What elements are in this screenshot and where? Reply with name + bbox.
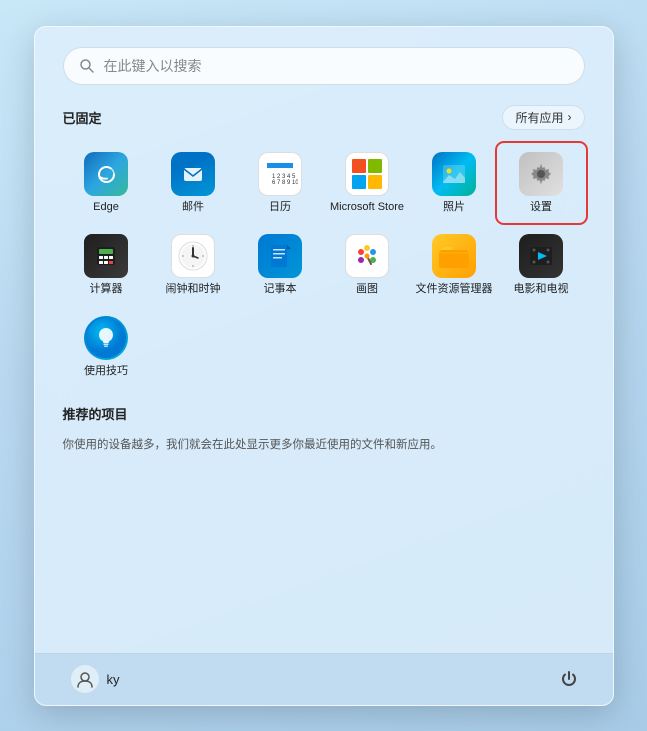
app-label-tips: 使用技巧 xyxy=(84,365,128,378)
app-label-calendar: 日历 xyxy=(269,201,291,214)
app-item-photos[interactable]: 照片 xyxy=(411,144,498,222)
app-label-photos: 照片 xyxy=(443,201,465,214)
app-label-store: Microsoft Store xyxy=(330,201,404,214)
app-label-films: 电影和电视 xyxy=(514,283,569,296)
app-item-calendar[interactable]: 1 2 3 4 5 6 7 8 9 10 日历 xyxy=(237,144,324,222)
app-item-tips[interactable]: 使用技巧 xyxy=(63,308,150,386)
user-avatar-icon xyxy=(71,665,99,693)
all-apps-label: 所有应用 xyxy=(515,109,563,126)
app-icon-calc xyxy=(84,234,128,278)
app-label-settings: 设置 xyxy=(530,201,552,214)
app-grid: Edge 邮件 xyxy=(63,144,585,387)
app-item-clock[interactable]: 闹钟和时钟 xyxy=(150,226,237,304)
app-label-notes: 记事本 xyxy=(264,283,297,296)
search-bar[interactable]: 在此键入以搜索 xyxy=(63,47,585,85)
menu-footer: ky xyxy=(35,653,613,705)
app-item-notes[interactable]: 记事本 xyxy=(237,226,324,304)
app-icon-settings xyxy=(519,152,563,196)
app-label-explorer: 文件资源管理器 xyxy=(416,283,493,296)
app-label-mail: 邮件 xyxy=(182,201,204,214)
app-label-calc: 计算器 xyxy=(90,283,123,296)
app-icon-films xyxy=(519,234,563,278)
app-icon-store xyxy=(345,152,389,196)
app-item-paint[interactable]: 画图 xyxy=(324,226,411,304)
app-item-settings[interactable]: 设置 xyxy=(498,144,585,222)
app-label-edge: Edge xyxy=(93,201,119,214)
app-item-store[interactable]: Microsoft Store xyxy=(324,144,411,222)
app-label-paint: 画图 xyxy=(356,283,378,296)
app-icon-calendar: 1 2 3 4 5 6 7 8 9 10 xyxy=(258,152,302,196)
app-icon-notes xyxy=(258,234,302,278)
app-item-calc[interactable]: 计算器 xyxy=(63,226,150,304)
recommended-title: 推荐的项目 xyxy=(63,404,128,423)
app-item-mail[interactable]: 邮件 xyxy=(150,144,237,222)
app-icon-explorer xyxy=(432,234,476,278)
all-apps-chevron: › xyxy=(568,110,572,124)
pinned-header: 已固定 所有应用 › xyxy=(63,105,585,130)
app-item-films[interactable]: 电影和电视 xyxy=(498,226,585,304)
app-item-edge[interactable]: Edge xyxy=(63,144,150,222)
user-area[interactable]: ky xyxy=(63,661,128,697)
all-apps-button[interactable]: 所有应用 › xyxy=(502,105,584,130)
app-icon-photos xyxy=(432,152,476,196)
menu-body: 在此键入以搜索 已固定 所有应用 › Edge xyxy=(35,27,613,653)
power-button[interactable] xyxy=(553,663,585,695)
app-icon-paint xyxy=(345,234,389,278)
recommended-header: 推荐的项目 xyxy=(63,404,585,423)
app-icon-tips xyxy=(84,316,128,360)
app-icon-edge xyxy=(84,152,128,196)
start-menu: 在此键入以搜索 已固定 所有应用 › Edge xyxy=(34,26,614,706)
username-label: ky xyxy=(107,672,120,687)
search-placeholder: 在此键入以搜索 xyxy=(104,56,202,76)
recommended-description: 你使用的设备越多，我们就会在此处显示更多你最近使用的文件和新应用。 xyxy=(63,437,585,454)
app-item-explorer[interactable]: 文件资源管理器 xyxy=(411,226,498,304)
pinned-title: 已固定 xyxy=(63,108,102,127)
app-icon-mail xyxy=(171,152,215,196)
search-icon xyxy=(80,59,94,73)
app-icon-clock xyxy=(171,234,215,278)
recommended-section: 推荐的项目 你使用的设备越多，我们就会在此处显示更多你最近使用的文件和新应用。 xyxy=(63,404,585,454)
app-label-clock: 闹钟和时钟 xyxy=(166,283,221,296)
